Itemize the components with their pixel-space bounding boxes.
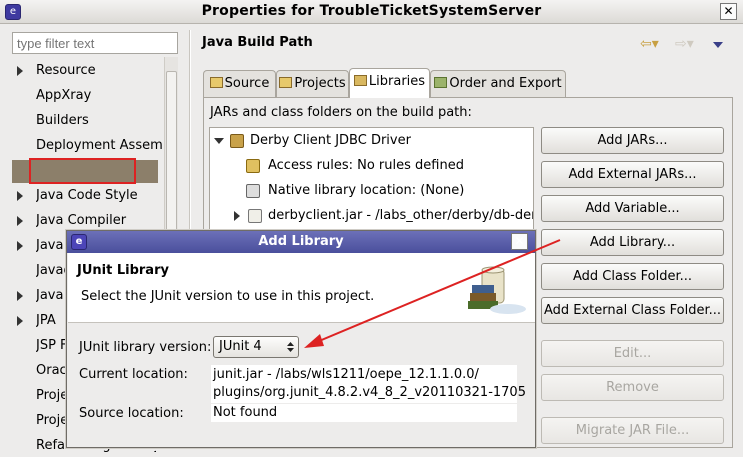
expand-arrow-icon[interactable] xyxy=(17,216,23,226)
add-external-jars-button[interactable]: Add External JARs... xyxy=(541,161,724,188)
current-location-value: junit.jar - /labs/wls1211/oepe_12.1.1.0.… xyxy=(211,365,526,403)
jar-file-icon xyxy=(248,209,262,223)
highlight-box xyxy=(29,158,136,184)
migrate-jar-button[interactable]: Migrate JAR File... xyxy=(541,417,724,444)
page-title: Java Build Path xyxy=(202,35,313,50)
tab-projects[interactable]: Projects xyxy=(276,70,349,97)
junit-version-select[interactable]: JUnit 4 xyxy=(213,336,299,358)
view-menu-icon[interactable] xyxy=(713,42,723,48)
junit-version-value: JUnit 4 xyxy=(219,339,262,354)
library-tree-item[interactable]: Derby Client JDBC Driver xyxy=(250,130,533,152)
library-icon xyxy=(230,134,244,148)
expand-arrow-icon[interactable] xyxy=(17,191,23,201)
remove-button[interactable]: Remove xyxy=(541,374,724,401)
expand-arrow-icon[interactable] xyxy=(17,291,23,301)
nav-item[interactable]: Resource xyxy=(36,60,156,82)
library-tree-item[interactable]: Access rules: No rules defined xyxy=(268,155,533,177)
nav-item[interactable]: Deployment Assembly xyxy=(36,135,162,157)
current-location-line2: plugins/org.junit_4.8.2.v4_8_2_v20110321… xyxy=(213,385,526,400)
tab-source[interactable]: Source xyxy=(203,70,276,97)
expand-arrow-icon[interactable] xyxy=(17,66,23,76)
forward-arrow-icon[interactable]: ⇨▾ xyxy=(675,36,694,52)
collapse-arrow-icon[interactable] xyxy=(214,138,224,144)
window-title-bar: e Properties for TroubleTicketSystemServ… xyxy=(0,0,743,24)
library-tree-item[interactable]: Native library location: (None) xyxy=(268,180,533,202)
access-rules-icon xyxy=(246,159,260,173)
dialog-header-title: JUnit Library xyxy=(77,263,169,278)
expand-arrow-icon[interactable] xyxy=(17,316,23,326)
nav-item[interactable]: Java Compiler xyxy=(36,210,156,232)
nav-item[interactable]: AppXray xyxy=(36,85,156,107)
source-location-label: Source location: xyxy=(79,406,184,421)
libraries-icon xyxy=(353,75,367,86)
junit-version-label: JUnit library version: xyxy=(79,340,212,355)
expand-arrow-icon[interactable] xyxy=(234,211,240,221)
nav-item[interactable]: Java Code Style xyxy=(36,185,156,207)
add-variable-button[interactable]: Add Variable... xyxy=(541,195,724,222)
filter-input[interactable] xyxy=(12,32,178,54)
properties-window: e Properties for TroubleTicketSystemServ… xyxy=(0,0,743,453)
window-close-button[interactable]: ✕ xyxy=(720,3,737,20)
projects-icon xyxy=(279,77,293,88)
expand-arrow-icon[interactable] xyxy=(17,241,23,251)
back-arrow-icon[interactable]: ⇦▾ xyxy=(640,36,659,52)
native-library-icon xyxy=(246,184,260,198)
order-export-icon xyxy=(434,77,448,88)
source-folder-icon xyxy=(209,77,223,88)
window-title: Properties for TroubleTicketSystemServer xyxy=(201,3,542,19)
current-location-label: Current location: xyxy=(79,367,188,382)
source-location-value: Not found xyxy=(211,404,517,422)
current-location-line1: junit.jar - /labs/wls1211/oepe_12.1.1.0.… xyxy=(213,367,479,382)
library-tree-item[interactable]: derbyclient.jar - /labs_other/derby/db-d… xyxy=(268,205,533,227)
annotation-arrow xyxy=(304,239,561,348)
add-jars-button[interactable]: Add JARs... xyxy=(541,127,724,154)
tab-libraries[interactable]: Libraries xyxy=(349,68,430,98)
nav-item[interactable]: Builders xyxy=(36,110,156,132)
build-path-label: JARs and class folders on the build path… xyxy=(210,105,472,120)
tab-order-and-export[interactable]: Order and Export xyxy=(430,70,566,97)
